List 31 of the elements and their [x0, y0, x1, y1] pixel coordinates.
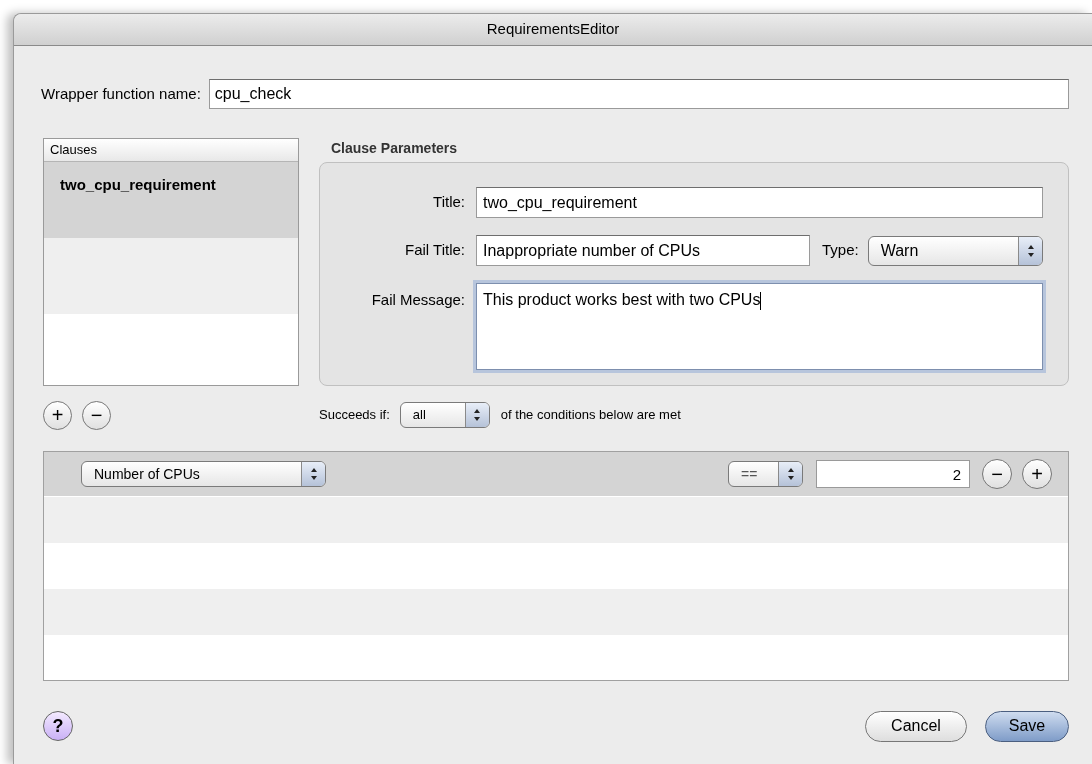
- clause-item[interactable]: two_cpu_requirement: [44, 162, 298, 238]
- group-heading: Clause Parameters: [330, 139, 459, 158]
- field-label: Title:: [432, 192, 465, 213]
- input-field[interactable]: two_cpu_requirement: [476, 187, 1043, 218]
- updown-arrows-icon: [309, 467, 318, 481]
- add-button[interactable]: +: [1022, 459, 1052, 489]
- field-label: Type:: [822, 240, 859, 261]
- input-field[interactable]: Inappropriate number of CPUs: [476, 235, 810, 266]
- input-field[interactable]: cpu_check: [208, 79, 1069, 109]
- type-dropdown[interactable]: Warn: [867, 235, 1043, 266]
- window-title: RequirementsEditor: [486, 19, 620, 40]
- condition-text: of the conditions below are met: [500, 406, 681, 425]
- field-label: Wrapper function name:: [41, 83, 201, 104]
- help-button[interactable]: ?: [43, 711, 73, 741]
- field-label: Fail Title:: [404, 240, 465, 261]
- value-field[interactable]: 2: [816, 460, 970, 488]
- updown-arrows-icon: [473, 408, 482, 422]
- attribute-dropdown[interactable]: Number of CPUs: [81, 461, 326, 487]
- remove-button[interactable]: −: [982, 459, 1012, 489]
- operator-dropdown[interactable]: ==: [728, 461, 803, 487]
- add-button[interactable]: +: [43, 400, 72, 430]
- updown-arrows-icon: [1026, 243, 1035, 258]
- cancel-button[interactable]: Cancel: [865, 710, 967, 742]
- column-header: Clauses: [44, 139, 298, 162]
- field-label: Fail Message:: [370, 290, 465, 310]
- remove-button[interactable]: −: [82, 400, 111, 430]
- field-label: Succeeds if:: [319, 406, 390, 425]
- save-button[interactable]: Save: [985, 710, 1069, 742]
- text-area[interactable]: This product works best with two CPUs: [476, 283, 1043, 370]
- updown-arrows-icon: [786, 467, 795, 481]
- condition-dropdown[interactable]: all: [399, 402, 490, 428]
